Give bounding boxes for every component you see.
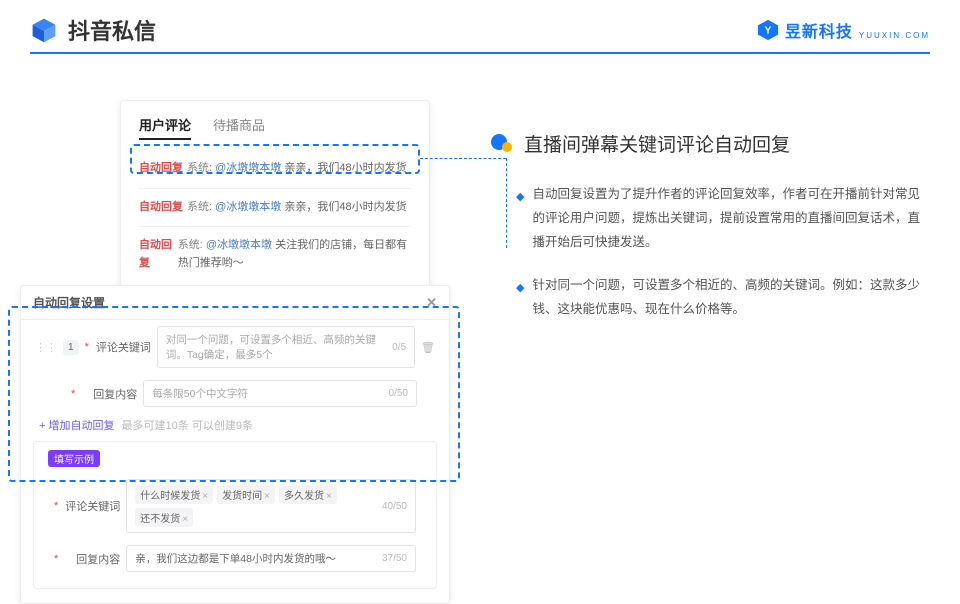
brand-logo: Y 昱新科技 YUUXIN.COM [757, 18, 930, 42]
comment-row: 自动回复 系统: @冰墩墩本墩 亲亲，我们48小时内发货 [139, 189, 411, 228]
example-content-row: * 回复内容 亲，我们这边都是下单48小时内发货的哦～ 37/50 [40, 539, 430, 578]
tab-pending-goods[interactable]: 待播商品 [213, 115, 265, 140]
header-divider [30, 52, 930, 54]
example-content-input[interactable]: 亲，我们这边都是下单48小时内发货的哦～ 37/50 [126, 545, 416, 572]
auto-reply-tag: 自动回复 [139, 199, 183, 217]
bullet-text: 针对同一个问题，可设置多个相近的、高频的关键词。例如：这款多少钱、这块能优惠吗、… [532, 274, 920, 322]
comment-row: 自动回复 系统: @冰墩墩本墩 关注我们的店铺，每日都有热门推荐哟～ [139, 227, 411, 282]
comment-text: 亲亲，我们48小时内发货 [284, 201, 406, 213]
tab-user-comments[interactable]: 用户评论 [139, 115, 191, 140]
page-title: 抖音私信 [68, 14, 156, 46]
bullet-item: ◆ 自动回复设置为了提升作者的评论回复效率，作者可在开播前针对常见的评论用户问题… [490, 183, 920, 254]
screenshot-composite: 用户评论 待播商品 自动回复 系统: @冰墩墩本墩 亲亲，我们48小时内发货 自… [60, 100, 470, 510]
brand-icon: Y [757, 19, 779, 41]
brand-subtitle: YUUXIN.COM [859, 31, 930, 40]
mention: @冰墩墩本墩 [206, 239, 272, 251]
highlight-settings [8, 306, 460, 482]
example-content-label: 回复内容 [64, 551, 120, 567]
example-keyword-label: 评论关键词 [64, 498, 120, 514]
title-block: 抖音私信 [30, 14, 156, 46]
highlight-first-row [130, 144, 420, 174]
example-keyword-input[interactable]: 什么时候发货× 发货时间× 多久发货× 还不发货× 40/50 [126, 479, 416, 533]
chip[interactable]: 还不发货× [135, 508, 193, 527]
required-marker: * [54, 500, 58, 512]
header-bar: 抖音私信 Y 昱新科技 YUUXIN.COM [0, 0, 960, 52]
chip-list: 什么时候发货× 发货时间× 多久发货× 还不发货× [135, 485, 382, 527]
svg-text:Y: Y [764, 26, 771, 37]
chip[interactable]: 发货时间× [217, 485, 275, 504]
right-panel: 直播间弹幕关键词评论自动回复 ◆ 自动回复设置为了提升作者的评论回复效率，作者可… [490, 130, 920, 342]
auto-reply-tag: 自动回复 [139, 237, 174, 272]
example-keyword-row: * 评论关键词 什么时候发货× 发货时间× 多久发货× 还不发货× 40/50 [40, 473, 430, 539]
chip[interactable]: 多久发货× [279, 485, 337, 504]
chat-bubble-icon [490, 132, 514, 156]
required-marker: * [54, 553, 58, 565]
example-content-value: 亲，我们这边都是下单48小时内发货的哦～ [135, 551, 336, 566]
comments-card: 用户评论 待播商品 自动回复 系统: @冰墩墩本墩 亲亲，我们48小时内发货 自… [120, 100, 430, 297]
chip[interactable]: 什么时候发货× [135, 485, 213, 504]
example-keyword-counter: 40/50 [382, 501, 407, 512]
mention: @冰墩墩本墩 [215, 201, 281, 213]
diamond-icon: ◆ [516, 187, 524, 254]
bullet-text: 自动回复设置为了提升作者的评论回复效率，作者可在开播前针对常见的评论用户问题，提… [532, 183, 920, 254]
brand-name: 昱新科技 [785, 18, 853, 42]
diamond-icon: ◆ [516, 278, 524, 322]
example-content-counter: 37/50 [382, 553, 407, 564]
system-label: 系统: [187, 201, 212, 213]
bullet-item: ◆ 针对同一个问题，可设置多个相近的、高频的关键词。例如：这款多少钱、这块能优惠… [490, 274, 920, 322]
right-heading-row: 直播间弹幕关键词评论自动回复 [490, 130, 920, 157]
cube-icon [30, 16, 58, 44]
right-heading: 直播间弹幕关键词评论自动回复 [524, 130, 790, 157]
comments-tabs: 用户评论 待播商品 [139, 115, 411, 140]
system-label: 系统: [178, 239, 203, 251]
